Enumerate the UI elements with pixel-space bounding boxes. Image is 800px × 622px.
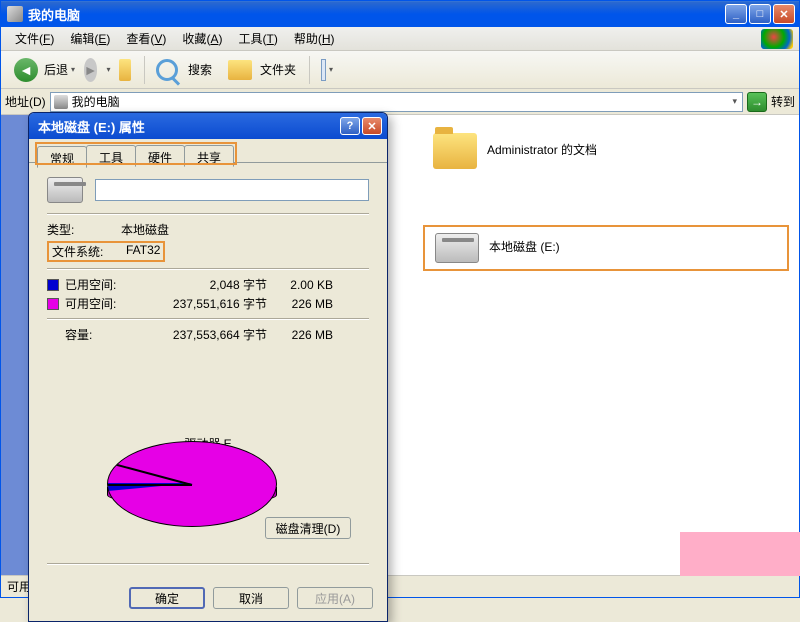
type-label: 类型:	[47, 221, 121, 238]
free-swatch-icon	[47, 298, 59, 310]
menu-help[interactable]: 帮助(H)	[286, 27, 343, 50]
search-icon	[156, 59, 178, 81]
disk-cleanup-button[interactable]: 磁盘清理(D)	[265, 517, 351, 539]
item-label: Administrator 的文档	[487, 143, 617, 159]
tab-sharing[interactable]: 共享	[184, 145, 234, 167]
chevron-down-icon: ▾	[71, 65, 75, 74]
item-admin-docs[interactable]: Administrator 的文档	[423, 127, 789, 175]
menu-edit[interactable]: 编辑(E)	[62, 27, 118, 50]
address-value: 我的电脑	[72, 93, 120, 110]
properties-dialog: 本地磁盘 (E:) 属性 ? ✕ 常规 工具 硬件 共享 类型: 本地磁盘 文件…	[28, 112, 388, 622]
views-button[interactable]: ▾	[314, 57, 340, 83]
forward-arrow-icon: ►	[84, 58, 98, 82]
drive-icon	[47, 177, 83, 203]
tab-hardware[interactable]: 硬件	[135, 145, 185, 167]
separator	[144, 56, 145, 84]
dialog-close-button[interactable]: ✕	[362, 117, 382, 135]
window-title: 我的电脑	[28, 5, 725, 24]
chevron-down-icon: ▾	[106, 65, 110, 74]
computer-icon	[54, 95, 68, 109]
dialog-titlebar[interactable]: 本地磁盘 (E:) 属性 ? ✕	[29, 113, 387, 139]
used-label: 已用空间:	[65, 276, 137, 293]
menu-favorites[interactable]: 收藏(A)	[174, 27, 230, 50]
titlebar[interactable]: 我的电脑 _ □ ✕	[1, 1, 799, 27]
ok-button[interactable]: 确定	[129, 587, 205, 609]
item-drive-e[interactable]: 本地磁盘 (E:)	[423, 225, 789, 271]
dialog-body: 类型: 本地磁盘 文件系统: FAT32 已用空间: 2,048 字节 2.00…	[29, 163, 387, 577]
maximize-button[interactable]: □	[749, 4, 771, 24]
go-label: 转到	[771, 93, 795, 110]
menubar: 文件(F) 编辑(E) 查看(V) 收藏(A) 工具(T) 帮助(H)	[1, 27, 799, 51]
used-bytes: 2,048 字节	[137, 276, 267, 293]
computer-icon	[7, 6, 23, 22]
xp-logo-icon	[761, 29, 793, 49]
address-dropdown-icon[interactable]: ▾	[730, 96, 739, 107]
menu-tools[interactable]: 工具(T)	[230, 27, 285, 50]
tab-tools[interactable]: 工具	[86, 145, 136, 167]
free-human: 226 MB	[267, 297, 333, 311]
back-button[interactable]: ◄ 后退▾	[7, 54, 82, 86]
drive-name-input[interactable]	[95, 179, 369, 201]
overlay-artifact	[680, 532, 800, 576]
tab-general[interactable]: 常规	[37, 146, 87, 168]
annotation-highlight: 文件系统: FAT32	[47, 241, 165, 262]
used-human: 2.00 KB	[267, 278, 333, 292]
back-arrow-icon: ◄	[14, 58, 38, 82]
folder-up-icon	[119, 59, 131, 81]
free-label: 可用空间:	[65, 295, 137, 312]
item-label: 本地磁盘 (E:)	[489, 240, 560, 256]
dialog-title: 本地磁盘 (E:) 属性	[34, 117, 338, 136]
address-label: 地址(D)	[5, 93, 46, 110]
apply-button[interactable]: 应用(A)	[297, 587, 373, 609]
capacity-bytes: 237,553,664 字节	[137, 326, 267, 343]
chevron-down-icon: ▾	[329, 65, 333, 74]
filesystem-value: FAT32	[126, 243, 160, 260]
close-button[interactable]: ✕	[773, 4, 795, 24]
separator	[309, 56, 310, 84]
up-button[interactable]	[112, 57, 138, 83]
capacity-human: 226 MB	[267, 328, 333, 342]
cancel-button[interactable]: 取消	[213, 587, 289, 609]
dialog-help-button[interactable]: ?	[340, 117, 360, 135]
folders-button[interactable]: 文件夹	[221, 56, 303, 84]
menu-view[interactable]: 查看(V)	[118, 27, 174, 50]
address-field[interactable]: 我的电脑 ▾	[50, 92, 743, 112]
type-value: 本地磁盘	[121, 221, 169, 238]
folder-icon	[433, 133, 477, 169]
menu-file[interactable]: 文件(F)	[7, 27, 62, 50]
tabstrip: 常规 工具 硬件 共享	[29, 139, 387, 163]
forward-button[interactable]: ►▾	[84, 57, 110, 83]
capacity-label: 容量:	[65, 326, 137, 343]
go-button[interactable]: →	[747, 92, 767, 112]
dialog-buttons: 确定 取消 应用(A)	[29, 577, 387, 621]
free-bytes: 237,551,616 字节	[137, 295, 267, 312]
views-icon	[321, 59, 326, 81]
used-swatch-icon	[47, 279, 59, 291]
filesystem-label: 文件系统:	[52, 243, 126, 260]
folders-icon	[228, 60, 252, 80]
usage-pie: 驱动器 E 磁盘清理(D)	[47, 435, 369, 557]
toolbar: ◄ 后退▾ ►▾ 搜索 文件夹 ▾	[1, 51, 799, 89]
drive-icon	[435, 233, 479, 263]
minimize-button[interactable]: _	[725, 4, 747, 24]
search-button[interactable]: 搜索	[149, 55, 219, 85]
